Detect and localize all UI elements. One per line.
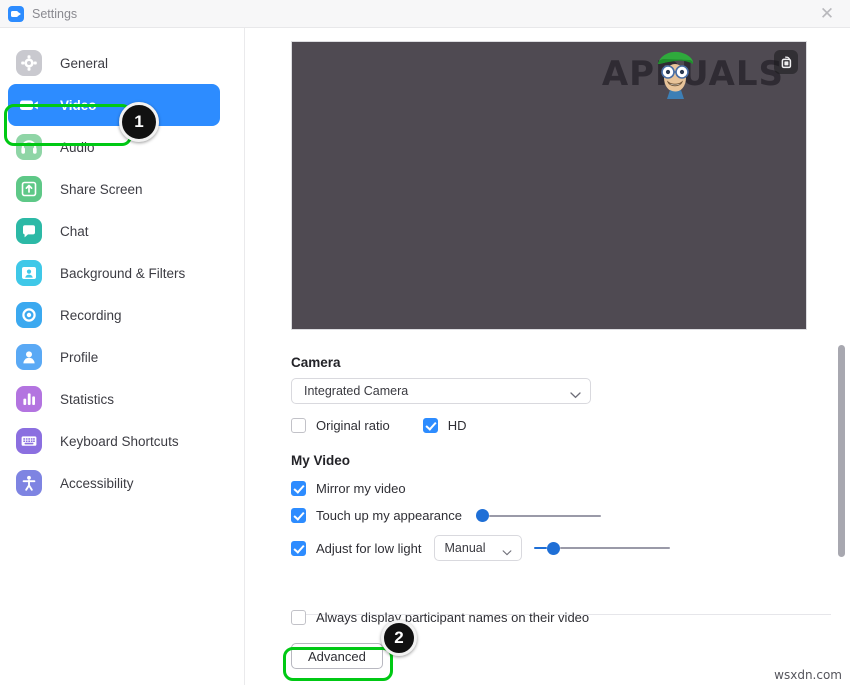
- person-icon: [16, 344, 42, 370]
- touch-up-slider-track[interactable]: [488, 514, 601, 517]
- sidebar-item-share-screen[interactable]: Share Screen: [8, 168, 220, 210]
- touch-up-row[interactable]: Touch up my appearance: [291, 508, 670, 523]
- advanced-button[interactable]: Advanced: [291, 643, 383, 669]
- step-badge-1: 1: [119, 102, 159, 142]
- video-preview: APPUALS: [291, 41, 807, 330]
- chevron-down-icon: [570, 388, 581, 402]
- headphones-icon: [16, 134, 42, 160]
- accessibility-icon: [16, 470, 42, 496]
- sidebar-item-label: Chat: [60, 223, 89, 239]
- bottom-section: Always display participant names on thei…: [291, 610, 589, 669]
- sidebar-item-chat[interactable]: Chat: [8, 210, 220, 252]
- my-video-section: My Video Mirror my video Touch up my app…: [291, 453, 670, 561]
- chevron-down-icon: [502, 545, 512, 559]
- gear-icon: [16, 50, 42, 76]
- always-display-names-label: Always display participant names on thei…: [316, 610, 590, 625]
- original-ratio-checkbox[interactable]: [291, 418, 306, 433]
- camera-select-value: Integrated Camera: [304, 384, 409, 398]
- person-frame-icon: [16, 260, 42, 286]
- mirror-video-label: Mirror my video: [316, 481, 406, 496]
- sidebar-item-label: Profile: [60, 349, 99, 365]
- zoom-video-icon: [8, 5, 24, 22]
- sidebar-item-label: General: [60, 55, 109, 71]
- my-video-section-title: My Video: [291, 453, 351, 468]
- low-light-mode-select[interactable]: Manual: [433, 535, 522, 561]
- sidebar-item-video[interactable]: Video: [8, 84, 220, 126]
- sidebar-item-label: Statistics: [60, 391, 115, 407]
- title-bar: Settings ✕: [0, 0, 850, 28]
- always-display-names-row[interactable]: Always display participant names on thei…: [291, 610, 589, 625]
- sidebar-item-general[interactable]: General: [8, 42, 220, 84]
- close-icon[interactable]: ✕: [816, 4, 838, 24]
- touch-up-checkbox[interactable]: [291, 508, 306, 523]
- scrollbar-thumb[interactable]: [838, 345, 845, 557]
- sidebar-item-statistics[interactable]: Statistics: [8, 378, 220, 420]
- original-ratio-checkbox-row[interactable]: Original ratio: [291, 418, 390, 433]
- step-badge-2: 2: [381, 620, 417, 656]
- original-ratio-label: Original ratio: [316, 418, 390, 433]
- touch-up-label: Touch up my appearance: [316, 508, 462, 523]
- mirror-video-checkbox[interactable]: [291, 481, 306, 496]
- site-watermark: wsxdn.com: [774, 668, 842, 682]
- camera-section-title: Camera: [291, 355, 341, 370]
- settings-window: Settings ✕ General Video Audio Share Scr…: [0, 0, 850, 685]
- keyboard-icon: [16, 428, 42, 454]
- touch-up-slider-knob[interactable]: [475, 509, 489, 522]
- video-camera-icon: [16, 92, 42, 118]
- sidebar-item-label: Audio: [60, 139, 95, 155]
- record-circle-icon: [16, 302, 42, 328]
- low-light-label: Adjust for low light: [316, 540, 422, 556]
- upload-box-icon: [16, 176, 42, 202]
- low-light-slider-track[interactable]: [559, 547, 670, 549]
- camera-section: Camera Integrated Camera Original ratio …: [291, 355, 591, 433]
- main-panel: APPUALS Camera Integrated Camera Origina…: [246, 28, 850, 685]
- low-light-checkbox[interactable]: [291, 540, 306, 556]
- camera-select[interactable]: Integrated Camera: [291, 378, 591, 404]
- appuals-mascot-icon: [658, 51, 694, 99]
- sidebar-item-accessibility[interactable]: Accessibility: [8, 462, 220, 504]
- always-display-names-checkbox[interactable]: [291, 610, 306, 625]
- mirror-video-row[interactable]: Mirror my video: [291, 481, 670, 496]
- touch-up-slider[interactable]: [475, 509, 601, 523]
- sidebar-item-label: Share Screen: [60, 181, 143, 197]
- low-light-mode-value: Manual: [444, 541, 486, 555]
- hd-label: HD: [447, 418, 467, 433]
- low-light-row[interactable]: Adjust for low light Manual: [291, 535, 670, 561]
- sidebar-item-label: Keyboard Shortcuts: [60, 433, 179, 449]
- sidebar-item-label: Accessibility: [60, 475, 134, 491]
- hd-checkbox-row[interactable]: HD: [422, 418, 467, 433]
- low-light-slider-fill: [533, 547, 547, 549]
- sidebar-item-audio[interactable]: Audio: [8, 126, 220, 168]
- bar-chart-icon: [16, 386, 42, 412]
- sidebar-item-label: Background & Filters: [60, 265, 186, 281]
- hd-checkbox[interactable]: [422, 418, 438, 433]
- sidebar-item-background-filters[interactable]: Background & Filters: [8, 252, 220, 294]
- sidebar-item-profile[interactable]: Profile: [8, 336, 220, 378]
- sidebar-item-label: Video: [60, 97, 97, 113]
- window-title: Settings: [32, 6, 78, 21]
- low-light-slider[interactable]: [533, 541, 670, 555]
- low-light-slider-knob[interactable]: [546, 541, 560, 555]
- sidebar-item-recording[interactable]: Recording: [8, 294, 220, 336]
- chat-bubble-icon: [16, 218, 42, 244]
- sidebar-item-label: Recording: [60, 307, 122, 323]
- rotate-camera-icon[interactable]: [774, 50, 798, 74]
- sidebar-item-keyboard-shortcuts[interactable]: Keyboard Shortcuts: [8, 420, 220, 462]
